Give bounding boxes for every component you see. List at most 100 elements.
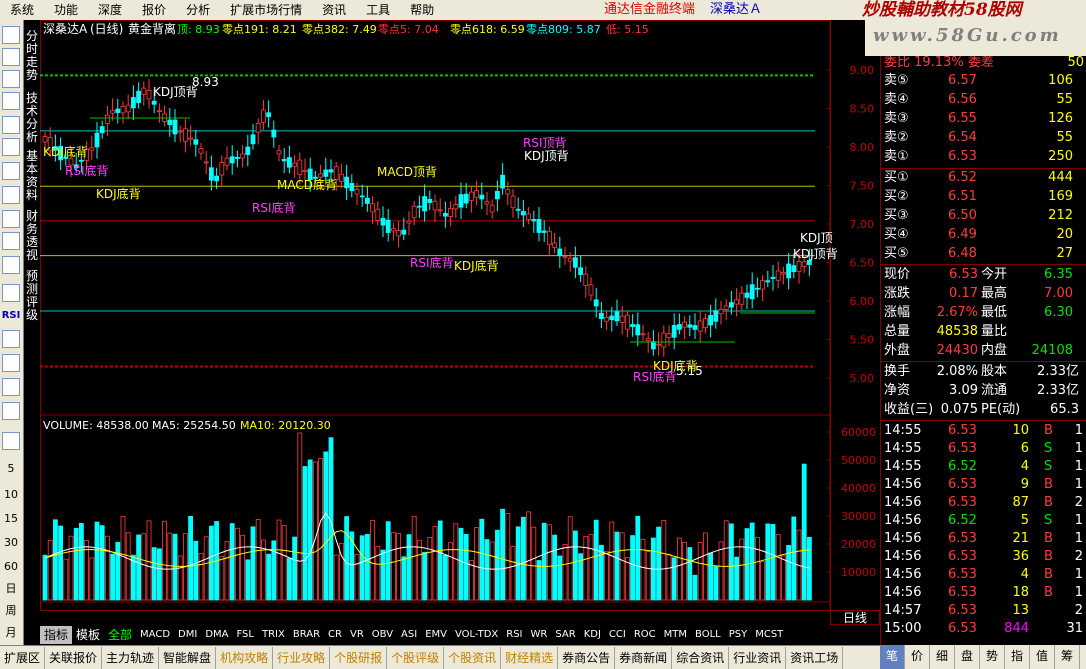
view-tab-3[interactable]: 财务透视 — [25, 210, 39, 262]
bottom-tab-0[interactable]: 扩展区 — [0, 646, 46, 669]
indicator-tab-obv[interactable]: OBV — [368, 626, 397, 644]
indicator-tab-cr[interactable]: CR — [324, 626, 346, 644]
indicator-tab-trix[interactable]: TRIX — [258, 626, 289, 644]
view-tab-2[interactable]: 基本资料 — [25, 150, 39, 202]
indicator-lead-tab-1[interactable]: 模板 — [72, 626, 104, 644]
right-tab-3[interactable]: 盘 — [955, 645, 980, 669]
dollar-icon[interactable] — [2, 330, 20, 348]
right-tab-7[interactable]: 筹 — [1055, 645, 1080, 669]
bottom-tab-10[interactable]: 券商公告 — [558, 646, 616, 669]
candle-chart-icon[interactable] — [2, 92, 20, 110]
right-tab-2[interactable]: 细 — [930, 645, 955, 669]
indicator-tab-boll[interactable]: BOLL — [691, 626, 725, 644]
indicator-tab-vol-tdx[interactable]: VOL-TDX — [451, 626, 502, 644]
period-button-60[interactable]: 60 — [0, 560, 22, 573]
period-button-5[interactable]: 5 — [0, 462, 22, 475]
volume-bar — [645, 551, 651, 601]
bottom-tab-14[interactable]: 资讯工场 — [786, 646, 844, 669]
indicator-tab-emv[interactable]: EMV — [421, 626, 451, 644]
menu-item-5[interactable]: 扩展市场行情 — [220, 0, 312, 20]
chart-scrollbar[interactable] — [40, 612, 830, 624]
right-tab-4[interactable]: 势 — [980, 645, 1005, 669]
indicator-tab-rsi[interactable]: RSI — [502, 626, 526, 644]
menu-item-8[interactable]: 帮助 — [400, 0, 444, 20]
view-tab-4[interactable]: 预测评级 — [25, 270, 39, 322]
menu-item-4[interactable]: 分析 — [176, 0, 220, 20]
menu-item-7[interactable]: 工具 — [356, 0, 400, 20]
indicator-tab-dmi[interactable]: DMI — [174, 626, 201, 644]
zoom-icon[interactable] — [2, 256, 20, 274]
right-tab-1[interactable]: 价 — [905, 645, 930, 669]
grid-icon[interactable] — [2, 48, 20, 66]
doc-icon[interactable] — [2, 186, 20, 204]
bottom-tab-2[interactable]: 主力轨迹 — [102, 646, 160, 669]
indicator-tab-fsl[interactable]: FSL — [232, 626, 258, 644]
period-button-15[interactable]: 15 — [0, 512, 22, 525]
indicator-lead-tab-2[interactable]: 全部 — [104, 626, 136, 644]
indicator-tab-wr[interactable]: WR — [527, 626, 552, 644]
indicator-tab-kdj[interactable]: KDJ — [580, 626, 605, 644]
candle-body — [281, 158, 287, 162]
bottom-tab-13[interactable]: 行业资讯 — [729, 646, 787, 669]
indicator-tab-brar[interactable]: BRAR — [289, 626, 324, 644]
period-button-日[interactable]: 日 — [0, 580, 22, 596]
indicator-tab-psy[interactable]: PSY — [725, 626, 752, 644]
bottom-tab-12[interactable]: 综合资讯 — [672, 646, 730, 669]
kline-icon[interactable] — [2, 284, 20, 302]
indicator-tab-cci[interactable]: CCI — [605, 626, 630, 644]
indicator-tab-vr[interactable]: VR — [346, 626, 368, 644]
stock-title: 深桑达Ａ — [710, 2, 763, 17]
period-button-30[interactable]: 30 — [0, 536, 22, 549]
move-icon[interactable] — [2, 354, 20, 372]
pencil-icon[interactable] — [2, 402, 20, 420]
indicator-tab-mcst[interactable]: MCST — [751, 626, 787, 644]
menu-item-2[interactable]: 深度 — [88, 0, 132, 20]
period-label[interactable]: 日线 — [830, 610, 880, 625]
right-tab-5[interactable]: 指 — [1005, 645, 1030, 669]
kline-chart[interactable]: 深桑达A (日线) 黄金背离 顶: 8.93 零点191: 8.21 零点382: 7.4… — [40, 20, 880, 625]
f-icon[interactable] — [2, 210, 20, 228]
stat-row: 外盘 24430 内盘 24108 — [881, 342, 1086, 360]
indicator-tab-macd[interactable]: MACD — [136, 626, 174, 644]
f5-icon[interactable] — [2, 432, 20, 450]
bid-label: 买① — [884, 170, 909, 185]
f10-icon[interactable] — [2, 162, 20, 180]
indicator-tab-asi[interactable]: ASI — [397, 626, 421, 644]
kline-chart-area[interactable]: 深桑达A (日线) 黄金背离 顶: 8.93 零点191: 8.21 零点382: 7.4… — [40, 20, 880, 625]
menu-item-0[interactable]: 系统 — [0, 0, 44, 20]
period-button-10[interactable]: 10 — [0, 488, 22, 501]
indicator-tab-roc[interactable]: ROC — [630, 626, 660, 644]
list-icon[interactable] — [2, 26, 20, 44]
bottom-tab-1[interactable]: 关联报价 — [45, 646, 103, 669]
bottom-tab-7[interactable]: 个股评级 — [387, 646, 445, 669]
bottom-tab-11[interactable]: 券商新闻 — [615, 646, 673, 669]
table-icon[interactable] — [2, 116, 20, 134]
bottom-tab-3[interactable]: 智能解盘 — [159, 646, 217, 669]
bottom-tab-6[interactable]: 个股研报 — [330, 646, 388, 669]
indicator-tab-sar[interactable]: SAR — [551, 626, 579, 644]
right-tab-6[interactable]: 值 — [1030, 645, 1055, 669]
right-tab-0[interactable]: 笔 — [880, 645, 905, 669]
tick-side: B — [1044, 531, 1053, 546]
bottom-tab-4[interactable]: 机构攻略 — [216, 646, 274, 669]
title-value-3: 零点5: 7.04 — [378, 23, 439, 36]
indicator-tab-mtm[interactable]: MTM — [660, 626, 691, 644]
tick-count: 1 — [1074, 459, 1083, 474]
menu-item-1[interactable]: 功能 — [44, 0, 88, 20]
window-icon[interactable] — [2, 138, 20, 156]
period-button-周[interactable]: 周 — [0, 602, 22, 618]
cal-icon[interactable] — [2, 232, 20, 250]
bottom-tab-9[interactable]: 财经精选 — [501, 646, 559, 669]
view-tab-0[interactable]: 分时走势 — [25, 30, 39, 82]
period-button-月[interactable]: 月 — [0, 624, 22, 640]
view-tab-1[interactable]: 技术分析 — [25, 92, 39, 144]
menu-item-3[interactable]: 报价 — [132, 0, 176, 20]
bottom-tab-8[interactable]: 个股资讯 — [444, 646, 502, 669]
line-chart-icon[interactable] — [2, 70, 20, 88]
rsi-tool-label[interactable]: RSI — [0, 310, 22, 321]
menu-item-6[interactable]: 资讯 — [312, 0, 356, 20]
indicator-tab-dma[interactable]: DMA — [201, 626, 232, 644]
draw-icon[interactable] — [2, 378, 20, 396]
bottom-tab-5[interactable]: 行业攻略 — [273, 646, 331, 669]
indicator-lead-tab-0[interactable]: 指标 — [40, 626, 73, 644]
